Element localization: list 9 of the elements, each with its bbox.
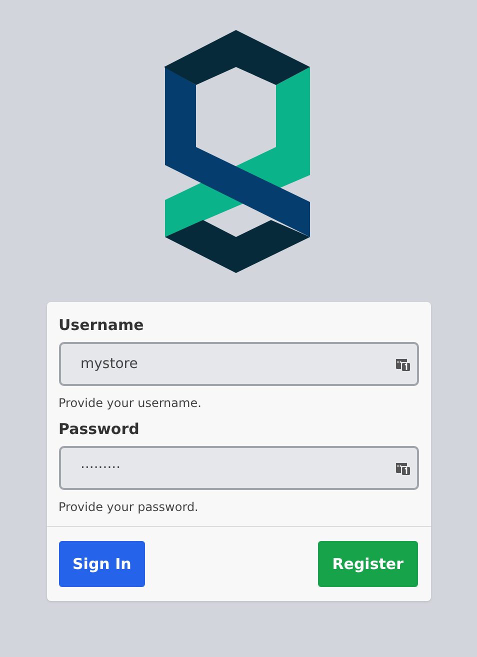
input-field[interactable]: mystore (58, 342, 418, 386)
password-manager-icon (394, 356, 410, 372)
input-field[interactable]: ········· (58, 446, 418, 490)
help-text: Provide your password. (58, 500, 200, 514)
help-text: Provide your username. (58, 396, 202, 410)
field-label: Password (58, 420, 140, 438)
password-manager-icon (394, 460, 410, 476)
form-button[interactable]: Sign In (58, 541, 146, 587)
field-label: Username (58, 316, 145, 334)
